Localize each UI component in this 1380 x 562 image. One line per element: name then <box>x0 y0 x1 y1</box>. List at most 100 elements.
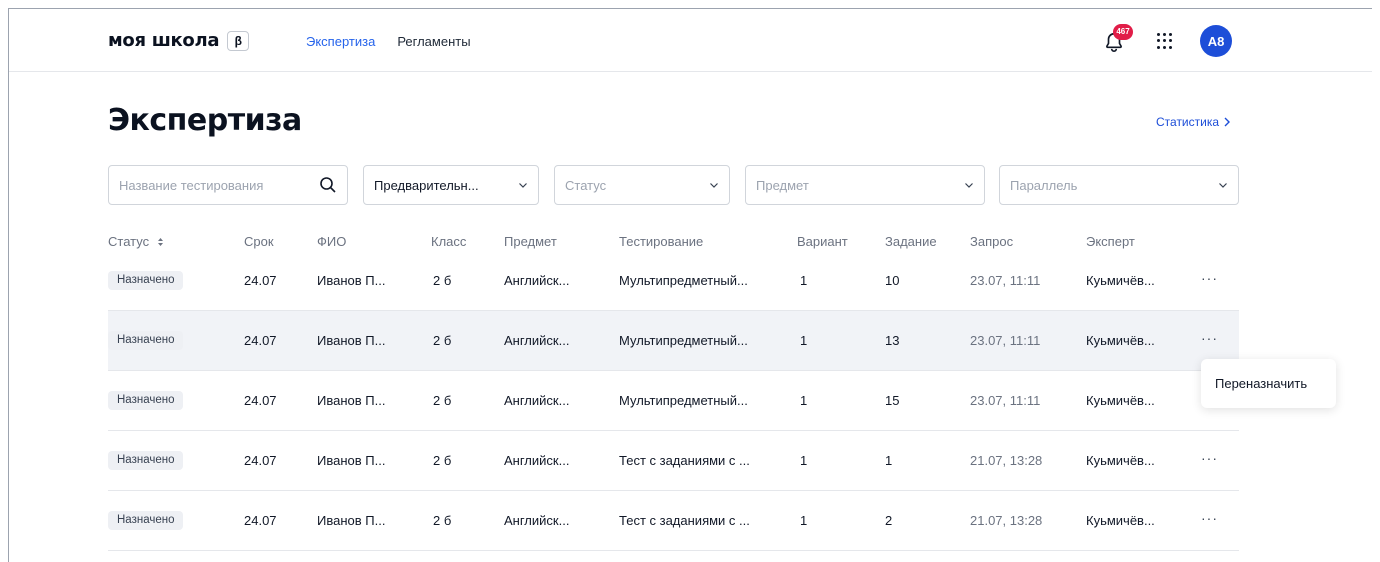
subject-select-placeholder: Предмет <box>756 177 809 193</box>
class-cell: 2 б <box>433 393 452 408</box>
variant-cell: 1 <box>800 513 808 528</box>
column-header-task[interactable]: Задание <box>885 234 937 249</box>
expert-cell: Куьмичёв... <box>1086 513 1155 528</box>
test-cell: Тест с заданиями с ... <box>619 513 750 528</box>
logo[interactable]: моя школа β <box>108 30 250 51</box>
due-cell: 24.07 <box>244 333 277 348</box>
top-bar: моя школа β Экспертиза Регламенты 467 А8 <box>9 9 1372 72</box>
statistics-link[interactable]: Статистика <box>1156 115 1231 129</box>
test-cell: Мультипредметный... <box>619 333 748 348</box>
statistics-link-label: Статистика <box>1156 115 1220 129</box>
chevron-down-icon <box>965 183 973 188</box>
nav-expertise[interactable]: Экспертиза <box>306 34 375 49</box>
due-cell: 24.07 <box>244 453 277 468</box>
table-row[interactable]: Назначено 24.07 Иванов П... 2 б Английск… <box>108 491 1239 551</box>
class-cell: 2 б <box>433 273 452 288</box>
chevron-right-icon <box>1224 117 1231 127</box>
request-cell: 23.07, 11:11 <box>970 333 1041 348</box>
table-row[interactable]: Назначено 24.07 Иванов П... 2 б Английск… <box>108 431 1239 491</box>
name-cell: Иванов П... <box>317 333 386 348</box>
user-avatar[interactable]: А8 <box>1200 25 1232 57</box>
more-actions-icon[interactable]: ··· <box>1201 330 1218 346</box>
column-header-expert[interactable]: Эксперт <box>1086 234 1135 249</box>
task-cell: 15 <box>885 393 900 408</box>
type-select-value: Предварительн... <box>374 177 479 193</box>
column-header-subject[interactable]: Предмет <box>504 234 557 249</box>
test-cell: Мультипредметный... <box>619 393 748 408</box>
status-badge: Назначено <box>108 391 184 410</box>
column-header-status-label: Статус <box>108 234 150 249</box>
test-cell: Мультипредметный... <box>619 273 748 288</box>
class-cell: 2 б <box>433 333 452 348</box>
task-cell: 10 <box>885 273 900 288</box>
task-cell: 1 <box>885 453 893 468</box>
class-cell: 2 б <box>433 453 452 468</box>
subject-cell: Английск... <box>504 333 570 348</box>
subject-cell: Английск... <box>504 513 570 528</box>
task-cell: 13 <box>885 333 900 348</box>
notification-count-badge: 467 <box>1113 24 1133 40</box>
chevron-down-icon <box>1219 183 1227 188</box>
column-header-due[interactable]: Срок <box>244 234 274 249</box>
task-cell: 2 <box>885 513 893 528</box>
variant-cell: 1 <box>800 273 808 288</box>
table-row[interactable]: Назначено 24.07 Иванов П... 2 б Английск… <box>108 251 1239 311</box>
expert-cell: Куьмичёв... <box>1086 273 1155 288</box>
status-badge: Назначено <box>108 271 184 290</box>
column-header-request[interactable]: Запрос <box>970 234 1013 249</box>
subject-select[interactable]: Предмет <box>745 165 985 205</box>
column-header-class[interactable]: Класс <box>431 234 466 249</box>
variant-cell: 1 <box>800 333 808 348</box>
subject-cell: Английск... <box>504 453 570 468</box>
status-select[interactable]: Статус <box>554 165 730 205</box>
nav-regulations[interactable]: Регламенты <box>397 34 470 49</box>
reassign-menu-item[interactable]: Переназначить <box>1201 359 1336 408</box>
search-icon[interactable] <box>319 176 337 194</box>
main-nav: Экспертиза Регламенты <box>306 34 471 49</box>
expert-cell: Куьмичёв... <box>1086 453 1155 468</box>
status-badge: Назначено <box>108 331 184 350</box>
name-cell: Иванов П... <box>317 453 386 468</box>
request-cell: 23.07, 11:11 <box>970 273 1041 288</box>
search-test-input[interactable]: Название тестирования <box>108 165 348 205</box>
table-row[interactable]: Назначено 24.07 Иванов П... 2 б Английск… <box>108 371 1239 431</box>
more-actions-icon[interactable]: ··· <box>1201 510 1218 526</box>
table-row[interactable]: Назначено 24.07 Иванов П... 2 б Английск… <box>108 311 1239 371</box>
name-cell: Иванов П... <box>317 513 386 528</box>
subject-cell: Английск... <box>504 273 570 288</box>
parallel-select[interactable]: Параллель <box>999 165 1239 205</box>
column-header-status[interactable]: Статус <box>108 234 164 249</box>
variant-cell: 1 <box>800 393 808 408</box>
due-cell: 24.07 <box>244 393 277 408</box>
parallel-select-placeholder: Параллель <box>1010 177 1078 193</box>
request-cell: 21.07, 13:28 <box>970 453 1043 468</box>
name-cell: Иванов П... <box>317 273 386 288</box>
status-select-placeholder: Статус <box>565 177 607 193</box>
expert-cell: Куьмичёв... <box>1086 333 1155 348</box>
search-placeholder: Название тестирования <box>119 177 264 193</box>
chevron-down-icon <box>710 183 718 188</box>
column-header-variant[interactable]: Вариант <box>797 234 848 249</box>
request-cell: 21.07, 13:28 <box>970 513 1043 528</box>
column-header-name[interactable]: ФИО <box>317 234 346 249</box>
request-cell: 23.07, 11:11 <box>970 393 1041 408</box>
expert-cell: Куьмичёв... <box>1086 393 1155 408</box>
test-cell: Тест с заданиями с ... <box>619 453 750 468</box>
beta-badge: β <box>227 30 250 51</box>
sort-icon[interactable] <box>157 237 164 247</box>
type-select[interactable]: Предварительн... <box>363 165 539 205</box>
column-header-test[interactable]: Тестирование <box>619 234 703 249</box>
page-title: Экспертиза <box>108 103 302 138</box>
logo-text: моя школа <box>108 30 220 51</box>
app-frame: моя школа β Экспертиза Регламенты 467 А8… <box>8 8 1372 562</box>
due-cell: 24.07 <box>244 513 277 528</box>
status-badge: Назначено <box>108 511 184 530</box>
chevron-down-icon <box>519 183 527 188</box>
apps-grid-icon[interactable] <box>1157 33 1173 49</box>
subject-cell: Английск... <box>504 393 570 408</box>
due-cell: 24.07 <box>244 273 277 288</box>
more-actions-icon[interactable]: ··· <box>1201 450 1218 466</box>
variant-cell: 1 <box>800 453 808 468</box>
class-cell: 2 б <box>433 513 452 528</box>
more-actions-icon[interactable]: ··· <box>1201 270 1218 286</box>
